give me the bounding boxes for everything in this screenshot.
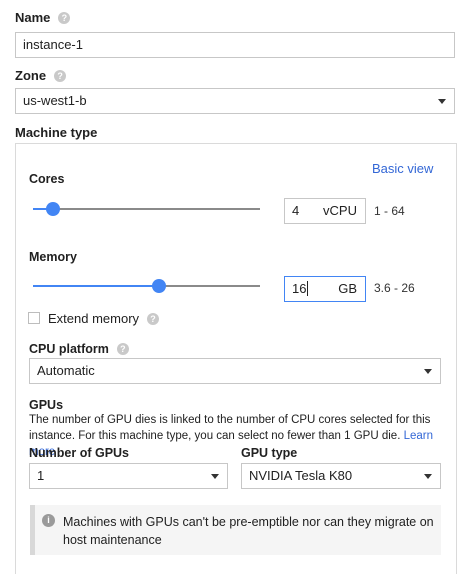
help-icon[interactable]: ? [147, 313, 160, 325]
name-label-text: Name [15, 10, 51, 25]
number-of-gpus-label: Number of GPUs [29, 446, 130, 460]
help-icon[interactable]: ? [54, 70, 67, 82]
cores-slider[interactable] [33, 202, 260, 216]
gpu-notice-line1: Machines with GPUs can't be pre-emptible… [63, 515, 434, 529]
number-of-gpus-select[interactable]: 1 [29, 463, 228, 489]
name-input-value: instance-1 [23, 37, 83, 52]
memory-label: Memory [29, 250, 77, 264]
cores-range: 1 - 64 [374, 204, 405, 218]
number-of-gpus-value: 1 [37, 468, 45, 483]
memory-range: 3.6 - 26 [374, 281, 415, 295]
cores-label: Cores [29, 172, 65, 186]
cpu-platform-label-text: CPU platform [29, 342, 109, 356]
gpus-label: GPUs [29, 398, 64, 412]
text-cursor [307, 281, 309, 296]
zone-select[interactable]: us-west1-b [15, 88, 455, 114]
basic-view-link[interactable]: Basic view [372, 161, 433, 176]
gpu-type-label: GPU type [241, 446, 298, 460]
gpus-description-line1: The number of GPU dies is linked to the … [29, 414, 431, 426]
memory-input-value: 16 [292, 281, 307, 296]
extend-memory-text: Extend memory [48, 311, 140, 326]
extend-memory-checkbox[interactable] [28, 312, 40, 324]
gpu-notice-line2: host maintenance [63, 533, 162, 547]
cores-unit: vCPU [323, 203, 357, 218]
chevron-down-icon [424, 369, 432, 374]
zone-select-value: us-west1-b [23, 93, 87, 108]
memory-slider-fill [33, 285, 159, 287]
gpu-type-value: NVIDIA Tesla K80 [249, 468, 353, 483]
info-icon: i [42, 514, 55, 527]
memory-input[interactable]: 16 GB [284, 276, 366, 302]
help-icon[interactable]: ? [116, 343, 129, 355]
cpu-platform-label: CPU platform? [29, 342, 129, 356]
memory-slider[interactable] [33, 279, 260, 293]
chevron-down-icon [438, 99, 446, 104]
memory-unit: GB [338, 281, 357, 296]
gpu-notice: i Machines with GPUs can't be pre-emptib… [30, 505, 441, 555]
gpu-notice-text: Machines with GPUs can't be pre-emptible… [63, 513, 443, 549]
gpus-description-line2-text: instance. For this machine type, you can… [29, 430, 401, 442]
cores-input-value: 4 [292, 203, 300, 218]
cores-input[interactable]: 4 vCPU [284, 198, 366, 224]
zone-label: Zone? [15, 68, 67, 83]
name-label: Name? [15, 10, 71, 25]
cores-slider-thumb[interactable] [46, 202, 60, 216]
cpu-platform-select[interactable]: Automatic [29, 358, 441, 384]
chevron-down-icon [424, 474, 432, 479]
cpu-platform-value: Automatic [37, 363, 95, 378]
zone-label-text: Zone [15, 68, 47, 83]
chevron-down-icon [211, 474, 219, 479]
cores-slider-track [33, 208, 260, 210]
gpu-type-select[interactable]: NVIDIA Tesla K80 [241, 463, 441, 489]
name-input[interactable]: instance-1 [15, 32, 455, 58]
extend-memory-label: Extend memory? [48, 311, 160, 326]
memory-slider-thumb[interactable] [152, 279, 166, 293]
machine-type-label: Machine type [15, 125, 98, 140]
help-icon[interactable]: ? [58, 12, 71, 24]
